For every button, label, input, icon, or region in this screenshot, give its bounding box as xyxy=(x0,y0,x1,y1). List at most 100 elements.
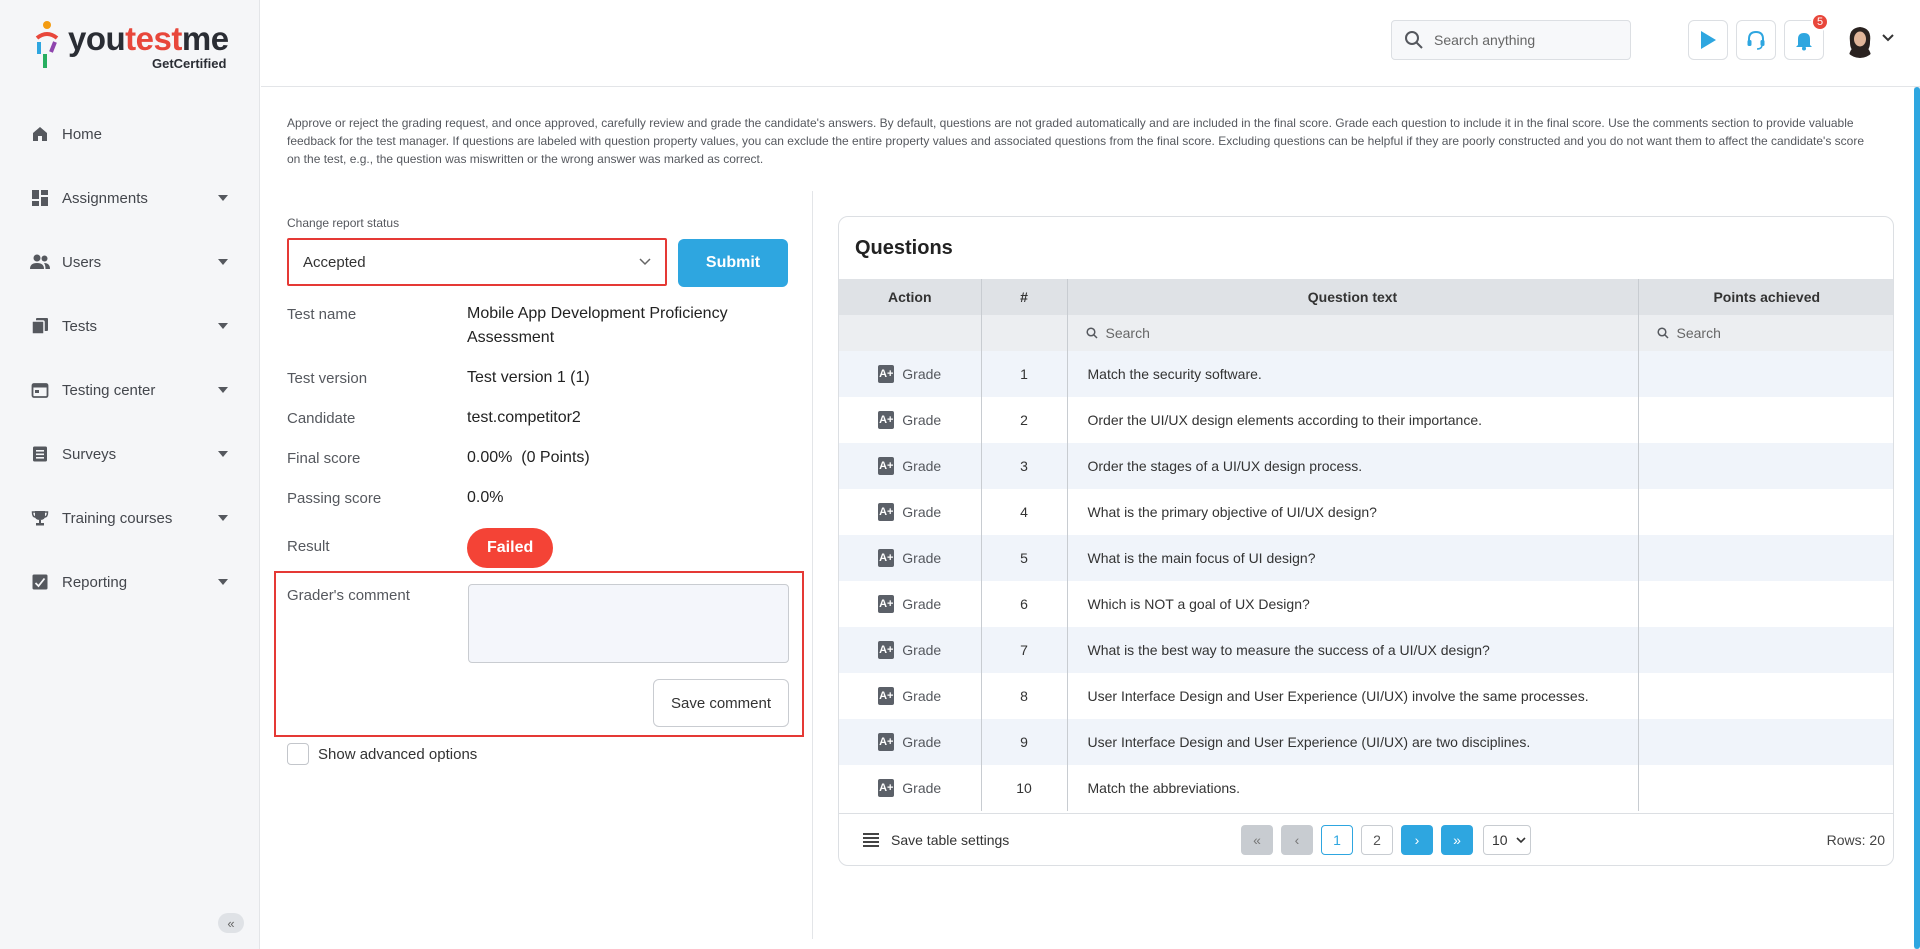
question-text-filter[interactable] xyxy=(1068,325,1638,341)
sidebar-item-reporting[interactable]: Reporting xyxy=(0,550,260,614)
grade-icon: A+ xyxy=(878,687,895,705)
chevron-down-icon xyxy=(1516,836,1526,843)
caret-down-icon xyxy=(218,195,228,201)
save-table-settings-button[interactable]: Save table settings xyxy=(863,832,1009,848)
table-row: A+ Grade 6 Which is NOT a goal of UX Design… xyxy=(839,581,1893,627)
grade-icon: A+ xyxy=(878,411,895,429)
question-text: Order the UI/UX design elements accordin… xyxy=(1067,397,1639,443)
advanced-options-checkbox[interactable] xyxy=(287,743,309,765)
sidebar-item-home[interactable]: Home xyxy=(0,102,260,166)
report-status-value: Accepted xyxy=(303,253,366,271)
page-button-1[interactable]: 1 xyxy=(1321,825,1353,855)
grade-button[interactable]: A+ Grade xyxy=(839,779,981,797)
page-scrollbar[interactable] xyxy=(1914,87,1920,949)
result-label: Result xyxy=(287,538,330,555)
points-achieved xyxy=(1638,351,1893,397)
scrollbar-thumb[interactable] xyxy=(1914,87,1920,949)
grade-label: Grade xyxy=(902,412,942,428)
grade-icon: A+ xyxy=(878,733,895,751)
question-number: 9 xyxy=(981,719,1068,765)
sidebar-item-surveys[interactable]: Surveys xyxy=(0,422,260,486)
sidebar-item-testing-center[interactable]: Testing center xyxy=(0,358,260,422)
question-number: 10 xyxy=(981,765,1068,811)
grade-button[interactable]: A+ Grade xyxy=(839,641,981,659)
points-filter[interactable] xyxy=(1639,325,1894,341)
submit-button[interactable]: Submit xyxy=(678,239,788,287)
grade-button[interactable]: A+ Grade xyxy=(839,595,981,613)
page-button-2[interactable]: 2 xyxy=(1361,825,1393,855)
bell-icon xyxy=(1796,33,1812,51)
sidebar-item-training-courses[interactable]: Training courses xyxy=(0,486,260,550)
brand-logo[interactable]: youtestme GetCertified xyxy=(34,18,234,72)
points-achieved xyxy=(1638,535,1893,581)
sidebar-item-users[interactable]: Users xyxy=(0,230,260,294)
sidebar-nav: Home Assignments Users Tests Testing cen… xyxy=(0,102,260,614)
grader-comment-textarea[interactable] xyxy=(468,584,789,663)
collapse-sidebar-button[interactable]: « xyxy=(218,913,244,933)
grade-button[interactable]: A+ Grade xyxy=(839,503,981,521)
grade-icon: A+ xyxy=(878,779,895,797)
notifications-button[interactable]: 5 xyxy=(1784,13,1829,60)
sidebar-item-label: Users xyxy=(62,253,102,271)
caret-down-icon xyxy=(218,259,228,265)
question-number: 1 xyxy=(981,351,1068,397)
sidebar-item-tests[interactable]: Tests xyxy=(0,294,260,358)
headset-icon xyxy=(1747,30,1765,50)
play-button[interactable] xyxy=(1688,20,1728,60)
points-achieved xyxy=(1638,627,1893,673)
question-text: What is the best way to measure the succ… xyxy=(1067,627,1639,673)
sidebar-item-assignments[interactable]: Assignments xyxy=(0,166,260,230)
copy-icon xyxy=(30,316,50,336)
grade-label: Grade xyxy=(902,550,942,566)
caret-down-icon xyxy=(218,451,228,457)
test-name-label: Test name xyxy=(287,306,357,323)
notification-count-badge: 5 xyxy=(1811,13,1829,31)
previous-page-button[interactable]: ‹ xyxy=(1281,825,1313,855)
question-text: Match the abbreviations. xyxy=(1067,765,1639,811)
next-page-button[interactable]: › xyxy=(1401,825,1433,855)
column-header-number[interactable]: # xyxy=(981,279,1068,315)
grade-button[interactable]: A+ Grade xyxy=(839,549,981,567)
user-avatar[interactable] xyxy=(1843,22,1877,58)
grade-label: Grade xyxy=(902,504,942,520)
first-page-button[interactable]: « xyxy=(1241,825,1273,855)
question-text-filter-input[interactable] xyxy=(1105,325,1306,341)
support-button[interactable] xyxy=(1736,20,1776,60)
question-text: What is the primary objective of UI/UX d… xyxy=(1067,489,1639,535)
double-chevron-left-icon: « xyxy=(227,915,235,931)
page-size-select[interactable]: 10 xyxy=(1483,825,1531,855)
sidebar-item-label: Surveys xyxy=(62,445,117,463)
report-status-select[interactable]: Accepted xyxy=(287,238,667,286)
points-achieved xyxy=(1638,443,1893,489)
grade-button[interactable]: A+ Grade xyxy=(839,457,981,475)
save-table-settings-label: Save table settings xyxy=(891,832,1010,848)
question-number: 5 xyxy=(981,535,1068,581)
advanced-options-toggle[interactable]: Show advanced options xyxy=(287,743,477,765)
caret-down-icon xyxy=(218,515,228,521)
grade-button[interactable]: A+ Grade xyxy=(839,365,981,383)
column-header-points[interactable]: Points achieved xyxy=(1638,279,1893,315)
question-number: 7 xyxy=(981,627,1068,673)
menu-icon xyxy=(863,833,879,847)
chevron-down-icon[interactable] xyxy=(1882,34,1894,42)
grade-button[interactable]: A+ Grade xyxy=(839,733,981,751)
brand-name-part1: you xyxy=(68,20,126,57)
sidebar-item-label: Training courses xyxy=(62,509,173,527)
list-icon xyxy=(30,444,50,464)
column-divider xyxy=(812,191,813,939)
global-search-input[interactable] xyxy=(1434,32,1614,48)
points-filter-input[interactable] xyxy=(1676,325,1877,341)
global-search[interactable] xyxy=(1391,20,1631,60)
home-icon xyxy=(30,124,50,144)
page-size-value: 10 xyxy=(1492,832,1508,848)
grade-button[interactable]: A+ Grade xyxy=(839,687,981,705)
column-header-question-text[interactable]: Question text xyxy=(1067,279,1639,315)
question-text: User Interface Design and User Experienc… xyxy=(1067,719,1639,765)
passing-score-value: 0.0% xyxy=(467,489,504,506)
grade-button[interactable]: A+ Grade xyxy=(839,411,981,429)
column-header-action[interactable]: Action xyxy=(839,279,982,315)
table-row: A+ Grade 3 Order the stages of a UI/UX desi… xyxy=(839,443,1893,489)
last-page-button[interactable]: » xyxy=(1441,825,1473,855)
save-comment-button[interactable]: Save comment xyxy=(653,679,789,727)
double-chevron-left-icon: « xyxy=(1253,832,1261,848)
